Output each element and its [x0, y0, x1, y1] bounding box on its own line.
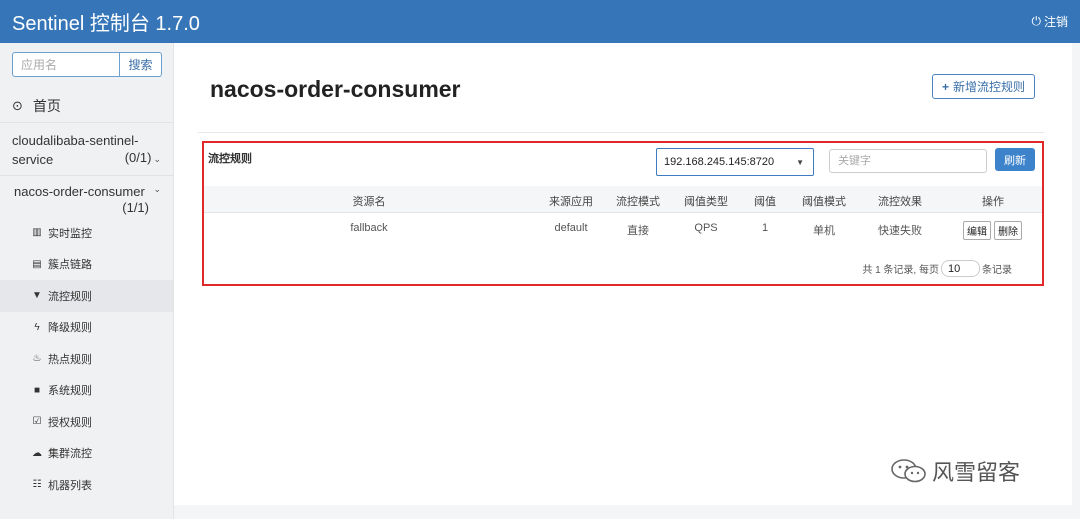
app-menu: ▥ 实时监控 ▤ 簇点链路 ▼ 流控规则 ϟ 降级规则 ♨ 热点规则 ■ 系统规… [0, 217, 173, 501]
divider [198, 132, 1044, 133]
delete-button[interactable]: 删除 [994, 221, 1022, 240]
chevron-down-icon: ⌄ [153, 154, 161, 164]
sidebar-app-nacos-order-consumer[interactable]: nacos-order-consumer ⌄ (1/1) [0, 176, 173, 215]
cell-cluster-mode: 单机 [813, 225, 835, 237]
edit-button[interactable]: 编辑 [963, 221, 991, 240]
app-count: (0/1) [124, 150, 152, 165]
watermark: 风雪留客 [890, 455, 1020, 487]
column-header: 阈值模式 [802, 196, 846, 208]
page-size-input[interactable] [941, 260, 980, 277]
logout-label: 注销 [1043, 15, 1068, 29]
sidebar-app-cloudalibaba[interactable]: cloudalibaba-sentinel-service (0/1) ⌄ [0, 123, 173, 176]
column-header: 阈值 [754, 196, 776, 208]
pager-prefix: 共 1 条记录, 每页 [862, 265, 939, 276]
bar-chart-icon: ▥ [32, 227, 42, 239]
sidebar-item-cluster-flow[interactable]: ☁ 集群流控 [0, 438, 173, 470]
brand-title[interactable]: Sentinel 控制台 1.7.0 [12, 7, 200, 36]
check-icon: ☑ [32, 416, 42, 428]
menu-label: 授权规则 [48, 416, 92, 429]
cell-mode: 直接 [627, 225, 649, 237]
fire-icon: ♨ [32, 353, 42, 365]
plus-icon: + [941, 79, 949, 94]
column-header: 流控效果 [878, 196, 922, 208]
app-search: 搜索 [12, 52, 173, 77]
app-search-input[interactable] [12, 52, 120, 77]
menu-label: 流控规则 [48, 290, 92, 303]
filter-icon: ▼ [32, 290, 42, 302]
column-header: 流控模式 [616, 196, 660, 208]
chevron-down-icon: ⌄ [153, 184, 161, 194]
menu-label: 降级规则 [48, 322, 92, 335]
home-label: 首页 [32, 97, 61, 114]
dashboard-icon: ⊙ [12, 97, 23, 113]
sidebar-item-authority-rules[interactable]: ☑ 授权规则 [0, 406, 173, 438]
machine-selected-value: 192.168.245.145:8720 [664, 156, 775, 168]
wechat-icon [890, 458, 928, 484]
main-content: nacos-order-consumer + 新增流控规则 流控规则 192.1… [174, 43, 1072, 505]
page-scrollbar[interactable] [1072, 43, 1080, 505]
add-flow-rule-button[interactable]: + 新增流控规则 [932, 74, 1035, 99]
menu-label: 实时监控 [48, 227, 92, 240]
sidebar: 搜索 ⊙ 首页 cloudalibaba-sentinel-service (0… [0, 43, 174, 519]
sidebar-item-flow-rules[interactable]: ▼ 流控规则 [0, 280, 173, 312]
menu-label: 系统规则 [48, 385, 92, 398]
cloud-icon: ☁ [32, 447, 42, 459]
app-name: nacos-order-consumer [14, 184, 145, 199]
sidebar-item-hotspot-rules[interactable]: ♨ 热点规则 [0, 343, 173, 375]
sidebar-item-degrade-rules[interactable]: ϟ 降级规则 [0, 312, 173, 344]
keyword-input[interactable] [829, 149, 987, 173]
cell-threshold: 1 [761, 222, 769, 234]
sidebar-item-realtime-monitor[interactable]: ▥ 实时监控 [0, 217, 173, 249]
pagination: 共 1 条记录, 每页 条记录 [862, 260, 1012, 277]
sidebar-item-cluster-link[interactable]: ▤ 簇点链路 [0, 249, 173, 281]
th-list-icon: ☷ [32, 479, 42, 491]
watermark-text: 风雪留客 [932, 460, 1021, 485]
sidebar-item-system-rules[interactable]: ■ 系统规则 [0, 375, 173, 407]
sidebar-item-machine-list[interactable]: ☷ 机器列表 [0, 469, 173, 501]
refresh-button[interactable]: 刷新 [995, 148, 1035, 171]
caret-down-icon: ▼ [796, 157, 804, 167]
cell-threshold-type: QPS [694, 222, 718, 234]
column-header: 阈值类型 [684, 196, 728, 208]
add-flow-rule-label: 新增流控规则 [953, 80, 1026, 94]
cell-effect: 快速失败 [878, 225, 922, 237]
cell-resource: fallback [350, 222, 388, 234]
column-header: 操作 [982, 196, 1004, 208]
table-header: 资源名 来源应用 流控模式 阈值类型 阈值 阈值模式 流控效果 操作 [204, 186, 1042, 213]
panel-title: 流控规则 [208, 153, 252, 165]
app-search-button[interactable]: 搜索 [120, 52, 162, 77]
lock-icon: ■ [33, 384, 41, 396]
menu-label: 簇点链路 [48, 259, 92, 272]
table-row: fallback default 直接 QPS 1 单机 快速失败 编辑 删除 [204, 213, 1042, 243]
menu-label: 集群流控 [48, 448, 92, 461]
app-count: (1/1) [122, 200, 149, 215]
column-header: 来源应用 [549, 196, 593, 208]
flow-rules-panel: 流控规则 192.168.245.145:8720 ▼ 刷新 资源名 来源应用 … [202, 141, 1044, 286]
machine-select[interactable]: 192.168.245.145:8720 ▼ [656, 148, 814, 176]
menu-label: 热点规则 [48, 353, 92, 366]
menu-label: 机器列表 [48, 479, 92, 492]
page-title: nacos-order-consumer [210, 76, 461, 102]
pager-suffix: 条记录 [982, 265, 1012, 276]
cell-origin: default [554, 222, 588, 234]
flash-icon: ϟ [34, 321, 40, 333]
column-header: 资源名 [352, 196, 386, 208]
sign-out-icon: ⏻ [1031, 14, 1041, 28]
logout-link[interactable]: ⏻ 注销 [1031, 13, 1068, 30]
list-icon: ▤ [32, 258, 42, 270]
page-footer-strip [174, 505, 1080, 519]
sidebar-item-home[interactable]: ⊙ 首页 [0, 89, 173, 123]
top-navbar: Sentinel 控制台 1.7.0 ⏻ 注销 [0, 0, 1080, 43]
